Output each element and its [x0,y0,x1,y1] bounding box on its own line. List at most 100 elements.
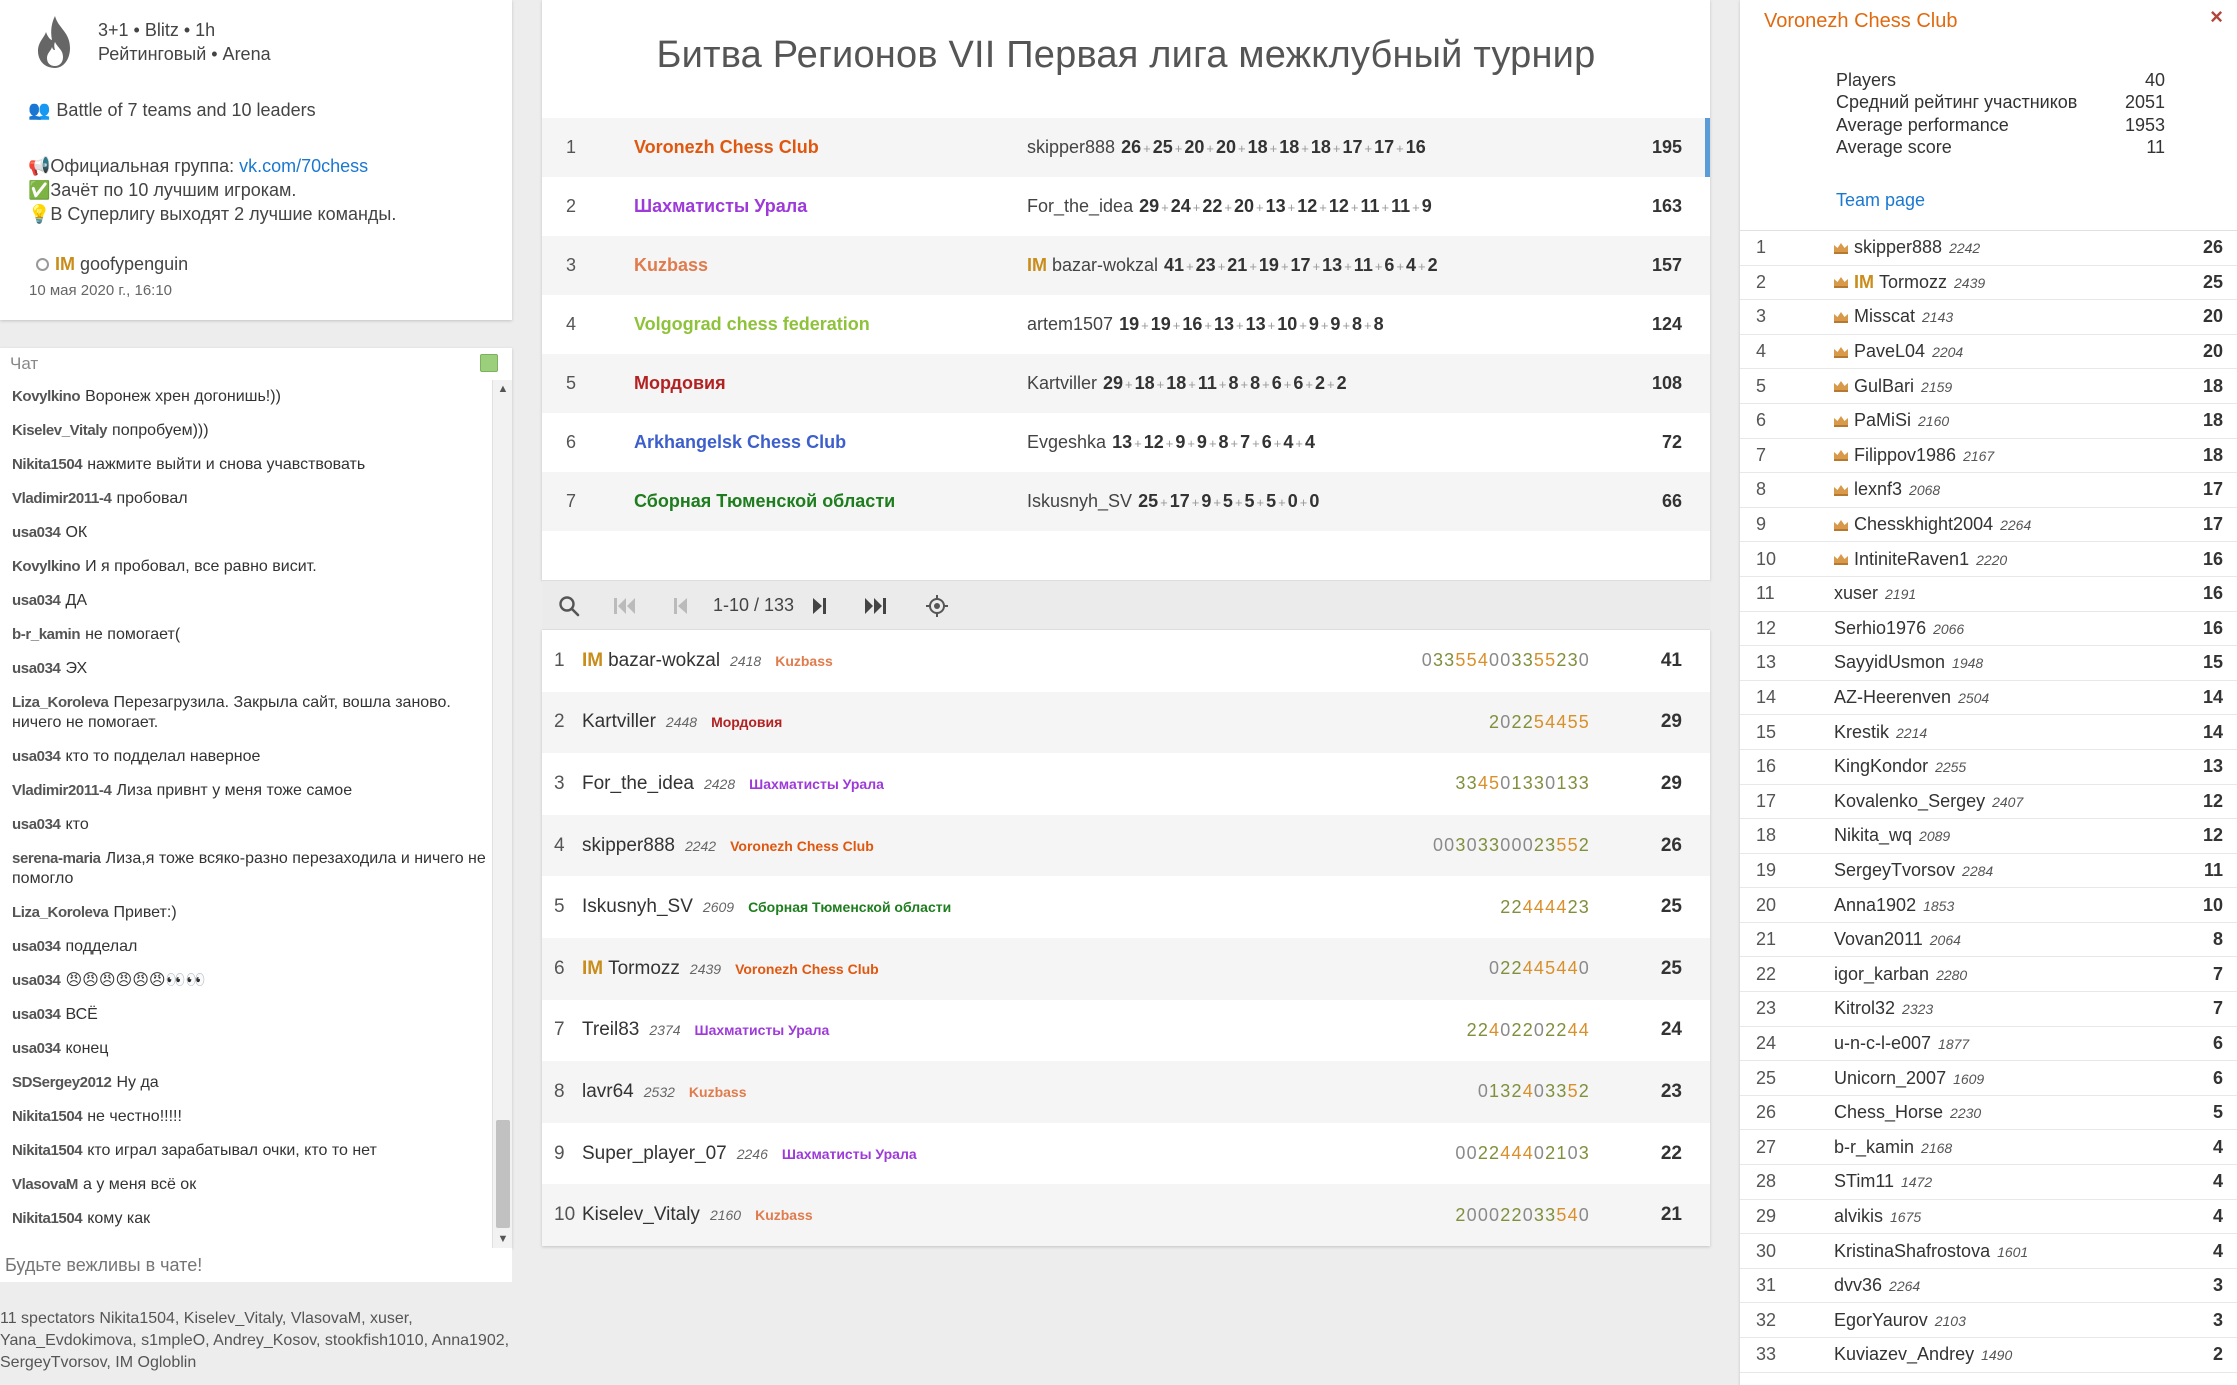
chat-username[interactable]: Liza_Koroleva [12,694,109,711]
chat-username[interactable]: usa034 [12,938,61,955]
chat-username[interactable]: Kovylkino [12,558,80,575]
team-leader-name[interactable]: Evgeshka [1027,432,1106,452]
chat-username[interactable]: b-r_kamin [12,626,80,643]
team-row[interactable]: 5 Мордовия Kartviller 29 +18 +18 +11 +8 +8 +6 +6 +2… [542,354,1710,413]
player-row[interactable]: 7 Treil83 2374 Шахматисты Урала 22402202244 2… [542,1000,1710,1062]
player-name-link[interactable]: Super_player_07 [582,1143,727,1164]
member-name-link[interactable]: SergeyTvorsov [1834,860,1955,880]
scrollbar-thumb[interactable] [496,1120,510,1228]
member-name-link[interactable]: dvv36 [1834,1275,1882,1295]
team-name-link[interactable]: Шахматисты Урала [634,196,807,217]
search-icon[interactable] [556,593,582,619]
member-name-link[interactable]: SayyidUsmon [1834,652,1945,672]
team-member-row[interactable]: 23 Kitrol32 2323 7 [1740,992,2237,1027]
team-member-row[interactable]: 32 EgorYaurov 2103 3 [1740,1303,2237,1338]
chat-username[interactable]: usa034 [12,1006,61,1023]
chat-scrollbar[interactable]: ▲ ▼ [492,380,512,1248]
member-name-link[interactable]: AZ-Heerenven [1834,687,1951,707]
player-name-link[interactable]: Kiselev_Vitaly [582,1204,700,1225]
member-name-link[interactable]: KristinaShafrostova [1834,1241,1990,1261]
team-name-link[interactable]: Volgograd chess federation [634,314,870,335]
team-member-row[interactable]: 6 PaMiSi 2160 18 [1740,404,2237,439]
player-team-link[interactable]: Шахматисты Урала [695,1022,830,1038]
team-row[interactable]: 2 Шахматисты Урала For_the_idea 29 +24 +22 +20… [542,177,1710,236]
team-member-row[interactable]: 27 b-r_kamin 2168 4 [1740,1130,2237,1166]
player-name-link[interactable]: Iskusnyh_SV [582,896,693,917]
team-member-row[interactable]: 14 AZ-Heerenven 2504 14 [1740,681,2237,716]
team-member-row[interactable]: 5 GulBari 2159 18 [1740,369,2237,404]
team-member-row[interactable]: 33 Kuviazev_Andrey 1490 2 [1740,1338,2237,1373]
team-name-link[interactable]: Сборная Тюменской области [634,491,895,512]
creator-link[interactable]: IM goofypenguin [36,254,188,275]
team-member-row[interactable]: 29 alvikis 1675 4 [1740,1200,2237,1235]
team-row[interactable]: 6 Arkhangelsk Chess Club Evgeshka 13 +12 +9 +9… [542,413,1710,472]
team-leader-name[interactable]: For_the_idea [1027,196,1133,216]
group-link[interactable]: vk.com/70chess [239,156,368,176]
team-member-row[interactable]: 18 Nikita_wq 2089 12 [1740,819,2237,854]
close-icon[interactable]: × [2210,4,2223,30]
team-row[interactable]: 7 Сборная Тюменской области Iskusnyh_SV 25 +… [542,472,1710,531]
chat-username[interactable]: Kovylkino [12,388,80,405]
member-name-link[interactable]: lexnf3 [1854,479,1902,499]
player-row[interactable]: 4 skipper888 2242 Voronezh Chess Club 003033… [542,814,1710,877]
member-name-link[interactable]: xuser [1834,583,1878,603]
team-member-row[interactable]: 11 xuser 2191 16 [1740,577,2237,612]
player-row[interactable]: 2 Kartviller 2448 Мордовия 202254455 29 [542,691,1710,754]
member-name-link[interactable]: Kuviazev_Andrey [1834,1344,1974,1364]
member-name-link[interactable]: igor_karban [1834,964,1929,984]
team-member-row[interactable]: 13 SayyidUsmon 1948 15 [1740,646,2237,681]
team-member-row[interactable]: 24 u-n-c-l-e007 1877 6 [1740,1027,2237,1062]
chat-username[interactable]: Kiselev_Vitaly [12,422,107,439]
team-member-row[interactable]: 10 IntiniteRaven1 2220 16 [1740,542,2237,577]
chat-username[interactable]: SDSergey2012 [12,1074,112,1091]
member-name-link[interactable]: EgorYaurov [1834,1310,1928,1330]
chat-toggle-checkbox[interactable] [480,354,498,372]
first-page-icon[interactable] [612,593,638,619]
team-name-link[interactable]: Voronezh Chess Club [634,137,819,158]
team-row[interactable]: 3 Kuzbass IM bazar-wokzal 41 +23 +21 +19 +17 +13 +… [542,236,1710,295]
player-team-link[interactable]: Kuzbass [775,653,833,669]
member-name-link[interactable]: alvikis [1834,1206,1883,1226]
team-leader-name[interactable]: artem1507 [1027,314,1113,334]
team-member-row[interactable]: 30 KristinaShafrostova 1601 4 [1740,1234,2237,1269]
player-team-link[interactable]: Kuzbass [755,1207,813,1223]
member-name-link[interactable]: Nikita_wq [1834,825,1912,845]
chat-username[interactable]: Nikita1504 [12,1142,83,1159]
player-row[interactable]: 8 lavr64 2532 Kuzbass 0132403352 23 [542,1061,1710,1123]
team-member-row[interactable]: 15 Krestik 2214 14 [1740,715,2237,750]
team-name-link[interactable]: Мордовия [634,373,726,394]
team-member-row[interactable]: 20 Anna1902 1853 10 [1740,888,2237,923]
player-name-link[interactable]: lavr64 [582,1081,634,1102]
member-name-link[interactable]: GulBari [1854,376,1914,396]
member-name-link[interactable]: PaMiSi [1854,410,1911,430]
team-member-row[interactable]: 1 skipper888 2242 26 [1740,231,2237,266]
player-team-link[interactable]: Voronezh Chess Club [735,961,879,977]
player-team-link[interactable]: Voronezh Chess Club [730,838,874,854]
previous-page-icon[interactable] [668,593,694,619]
chat-username[interactable]: usa034 [12,660,61,677]
creator-name[interactable]: goofypenguin [80,254,188,274]
chat-username[interactable]: Vladimir2011-4 [12,490,112,507]
chat-username[interactable]: usa034 [12,1040,61,1057]
player-team-link[interactable]: Kuzbass [689,1084,747,1100]
team-member-row[interactable]: 19 SergeyTvorsov 2284 11 [1740,854,2237,889]
team-member-row[interactable]: 25 Unicorn_2007 1609 6 [1740,1061,2237,1096]
player-row[interactable]: 9 Super_player_07 2246 Шахматисты Урала 0022… [542,1123,1710,1185]
team-member-row[interactable]: 16 KingKondor 2255 13 [1740,750,2237,785]
chat-username[interactable]: usa034 [12,816,61,833]
chat-username[interactable]: Nikita1504 [12,1210,83,1227]
chat-username[interactable]: VlasovaM [12,1176,78,1193]
scroll-up-arrow-icon[interactable]: ▲ [493,380,513,398]
member-name-link[interactable]: Anna1902 [1834,895,1916,915]
chat-username[interactable]: Nikita1504 [12,456,83,473]
player-team-link[interactable]: Шахматисты Урала [749,776,884,792]
team-member-row[interactable]: 12 Serhio1976 2066 16 [1740,612,2237,647]
team-member-row[interactable]: 3 Misscat 2143 20 [1740,300,2237,335]
member-name-link[interactable]: Tormozz [1879,272,1947,292]
player-row[interactable]: 3 For_the_idea 2428 Шахматисты Урала 3345013… [542,753,1710,815]
member-name-link[interactable]: Krestik [1834,722,1889,742]
member-name-link[interactable]: Vovan2011 [1834,929,1923,949]
chat-username[interactable]: Vladimir2011-4 [12,782,112,799]
team-member-row[interactable]: 2 IM Tormozz 2439 25 [1740,266,2237,301]
player-name-link[interactable]: Tormozz [608,958,680,979]
